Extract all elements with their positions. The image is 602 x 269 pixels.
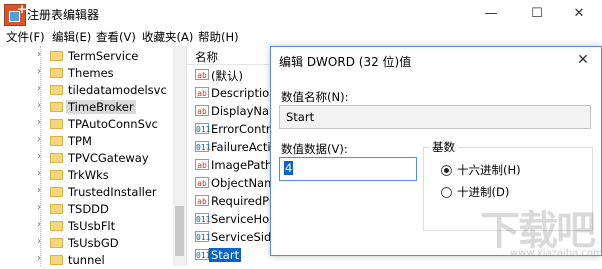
chevron-right-icon[interactable]: ›: [37, 185, 41, 196]
tree-item[interactable]: › TPM: [0, 133, 172, 150]
binary-value-icon: 011: [195, 213, 211, 224]
tree-item-label: TrustedInstaller: [68, 185, 157, 199]
menu-file[interactable]: 文件(F): [6, 29, 45, 45]
folder-icon: [50, 204, 63, 214]
string-value-icon: ab: [195, 195, 209, 206]
value-data-input[interactable]: 4: [279, 157, 417, 181]
chevron-right-icon[interactable]: ›: [37, 253, 41, 264]
tree-item-label: TPM: [68, 134, 92, 148]
folder-icon: [50, 119, 63, 129]
string-value-icon: ab: [195, 159, 209, 170]
folder-icon: [50, 51, 63, 61]
binary-value-icon: 011: [195, 231, 211, 242]
string-value-icon: ab: [195, 177, 209, 188]
tree-item[interactable]: › TrustedInstaller: [0, 184, 172, 201]
tree-item[interactable]: › TrkWks: [0, 167, 172, 184]
minimize-button[interactable]: —: [468, 0, 514, 27]
chevron-right-icon[interactable]: ›: [37, 151, 41, 162]
tree-item-label: TPAutoConnSvc: [68, 117, 158, 131]
list-item-name: Description: [211, 86, 277, 100]
folder-icon: [50, 170, 63, 180]
binary-value-icon: 011: [195, 123, 211, 134]
watermark-url: www.xiazaiba.com: [510, 248, 602, 259]
list-item-name: ErrorContro: [211, 122, 278, 136]
tree-item-label: tiledatamodelsvc: [68, 83, 167, 97]
regedit-app-icon: +: [4, 2, 28, 26]
chevron-right-icon[interactable]: ›: [37, 117, 41, 128]
list-item-name: (默认): [211, 69, 243, 83]
registry-tree[interactable]: › TermService › Themes › tiledatamodelsvc › Tim…: [0, 46, 187, 269]
folder-icon: [50, 85, 63, 95]
tree-item[interactable]: › TPAutoConnSvc: [0, 116, 172, 133]
chevron-right-icon[interactable]: ›: [37, 83, 41, 94]
decimal-radio[interactable]: [441, 187, 452, 198]
list-item-name: FailureActio: [211, 140, 278, 154]
tree-item[interactable]: › tiledatamodelsvc: [0, 82, 172, 99]
tree-item-label: TSDDD: [68, 202, 109, 216]
string-value-icon: ab: [195, 87, 209, 98]
dialog-close-button[interactable]: ✕: [571, 49, 595, 71]
chevron-right-icon[interactable]: ›: [37, 66, 41, 77]
tree-item-label: Themes: [68, 66, 114, 80]
column-name-header[interactable]: 名称: [195, 49, 218, 65]
menu-help[interactable]: 帮助(H): [198, 29, 239, 45]
folder-icon: [50, 255, 63, 265]
folder-icon: [50, 153, 63, 163]
tree-item-label: TsUsbGD: [68, 236, 119, 250]
value-name-label: 数值名称(N):: [281, 90, 349, 104]
tree-item[interactable]: › TsUsbFlt: [0, 218, 172, 235]
tree-item-label: TimeBroker: [66, 100, 136, 114]
chevron-right-icon[interactable]: ›: [37, 236, 41, 247]
menu-favorites[interactable]: 收藏夹(A): [142, 29, 193, 45]
binary-value-icon: 011: [195, 141, 211, 152]
tree-scrollbar[interactable]: [173, 46, 186, 266]
value-data-label: 数值数据(V):: [281, 142, 348, 156]
dialog-title: 编辑 DWORD (32 位)值: [279, 55, 412, 69]
chevron-right-icon[interactable]: ›: [37, 202, 41, 213]
close-button[interactable]: ✕: [556, 0, 602, 27]
menu-view[interactable]: 查看(V): [96, 29, 136, 45]
tree-item[interactable]: › TSDDD: [0, 201, 172, 218]
folder-icon: [50, 187, 63, 197]
tree-item[interactable]: › TsUsbGD: [0, 235, 172, 252]
tree-scrollbar-thumb[interactable]: [175, 206, 184, 256]
tree-item-label: tunnel: [68, 253, 105, 267]
window-title: 注册表编辑器: [27, 8, 100, 22]
hex-radio-label[interactable]: 十六进制(H): [457, 162, 521, 178]
plus-icon: +: [17, 2, 28, 16]
tree-item-label: TrkWks: [68, 168, 109, 182]
chevron-right-icon[interactable]: ›: [37, 134, 41, 145]
chevron-right-icon[interactable]: ›: [37, 219, 41, 230]
string-value-icon: ab: [195, 105, 209, 116]
string-value-icon: ab: [195, 69, 209, 80]
value-data-text: 4: [284, 161, 294, 175]
tree-item[interactable]: › Themes: [0, 65, 172, 82]
chevron-right-icon[interactable]: ›: [37, 168, 41, 179]
title-bar: + 注册表编辑器 — ☐ ✕: [0, 0, 602, 27]
tree-item[interactable]: › TimeBroker: [0, 99, 172, 116]
tree-item[interactable]: › tunnel: [0, 252, 172, 269]
chevron-right-icon[interactable]: ›: [37, 100, 41, 111]
folder-icon: [50, 238, 63, 248]
value-name-field: Start: [279, 105, 591, 129]
tree-item[interactable]: › TPVCGateway: [0, 150, 172, 167]
tree-item-label: TsUsbFlt: [68, 219, 116, 233]
folder-icon: [50, 102, 63, 112]
base-group-title: 基数: [429, 139, 458, 155]
tree-item-label: TermService: [68, 49, 139, 63]
menu-edit[interactable]: 编辑(E): [52, 29, 91, 45]
folder-icon: [50, 68, 63, 78]
tree-item-label: TPVCGateway: [68, 151, 149, 165]
hex-radio[interactable]: [441, 165, 452, 176]
chevron-right-icon[interactable]: ›: [37, 49, 41, 60]
maximize-button[interactable]: ☐: [514, 0, 560, 27]
list-item-name: Start: [209, 248, 242, 262]
binary-value-icon: 011: [195, 249, 211, 260]
list-item-name: ImagePath: [211, 158, 273, 172]
menu-bar: 文件(F) 编辑(E) 查看(V) 收藏夹(A) 帮助(H): [0, 27, 602, 46]
tree-item[interactable]: › TermService: [0, 48, 172, 65]
folder-icon: [50, 221, 63, 231]
folder-icon: [50, 136, 63, 146]
